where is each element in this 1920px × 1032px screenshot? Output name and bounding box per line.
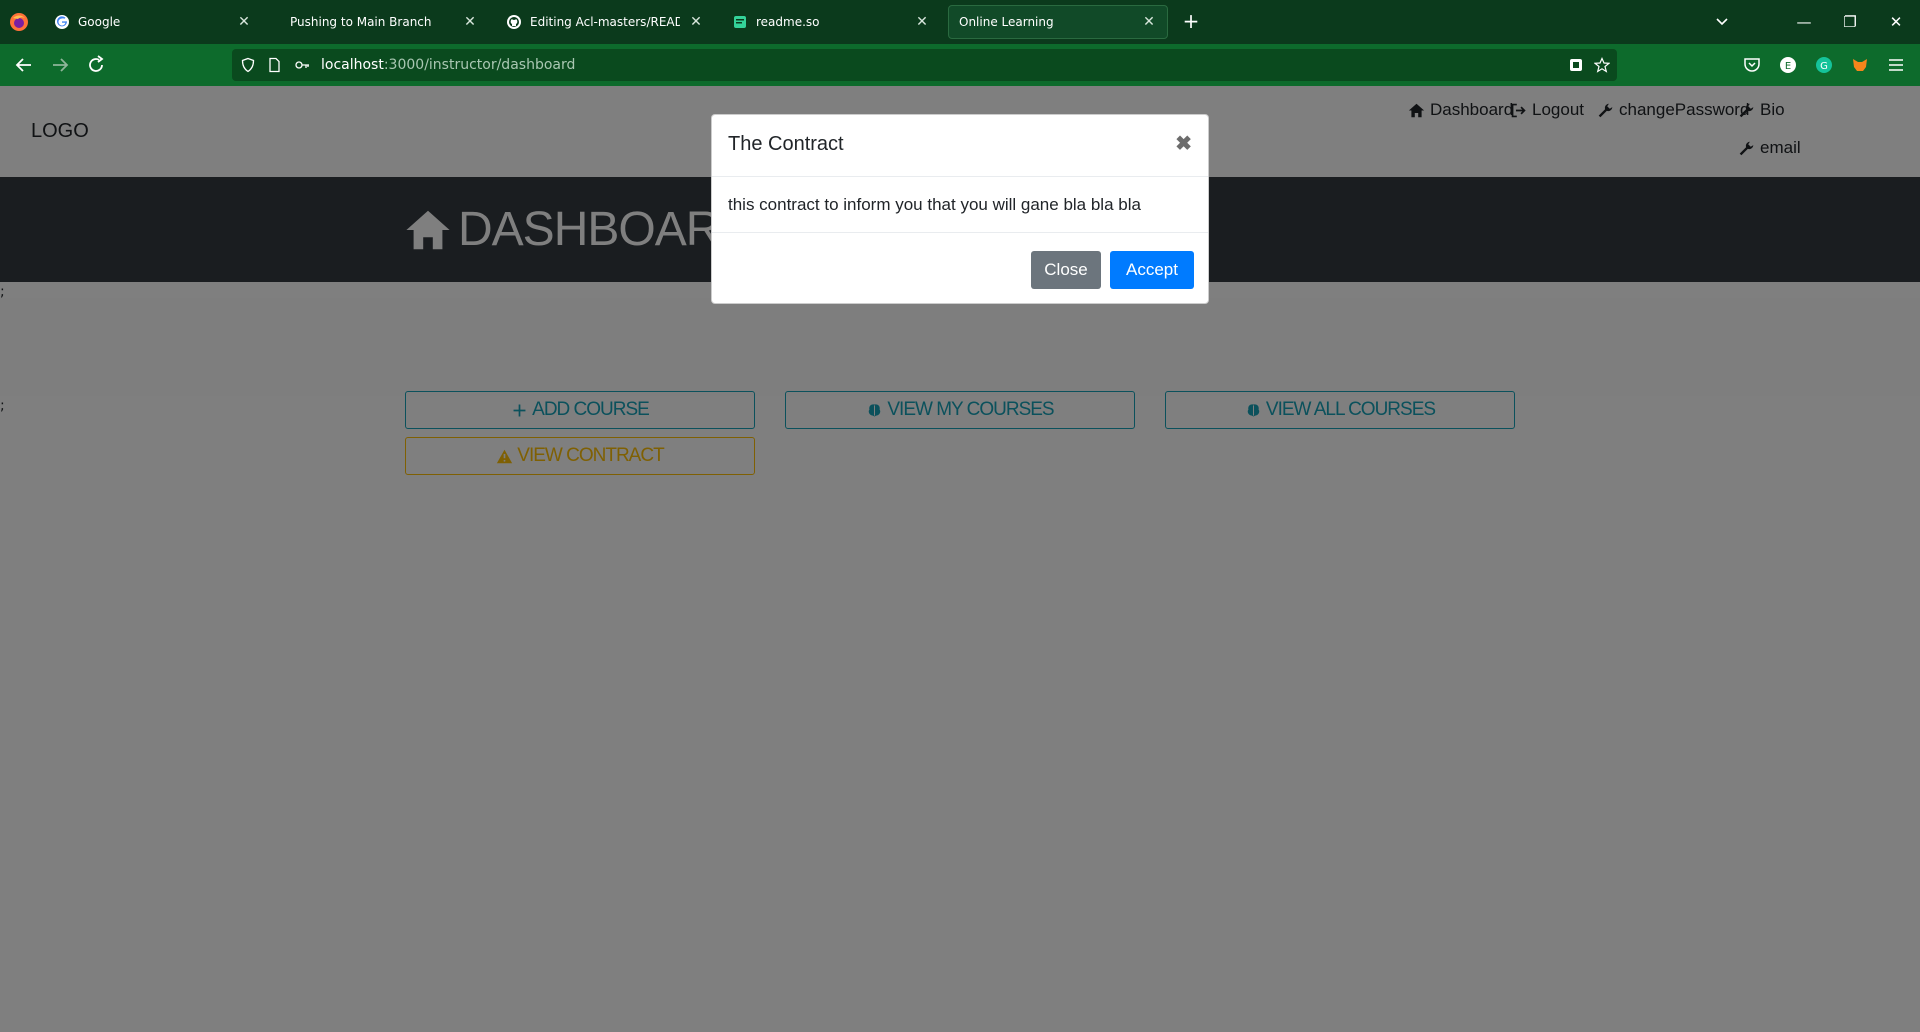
tab-title: Editing Acl-masters/README.m bbox=[530, 15, 680, 29]
browser-tab-bar: Google ✕ Pushing to Main Branch ✕ Editin… bbox=[0, 0, 1920, 44]
page-icon[interactable] bbox=[266, 57, 282, 73]
chevron-down-icon[interactable] bbox=[1712, 12, 1732, 32]
url-text[interactable]: localhost:3000/instructor/dashboard bbox=[321, 57, 575, 73]
tab-readme-so[interactable]: readme.so ✕ bbox=[722, 5, 940, 39]
restore-icon[interactable]: ❐ bbox=[1838, 10, 1862, 34]
accept-button[interactable]: Accept bbox=[1110, 251, 1194, 289]
github-icon bbox=[507, 15, 521, 29]
firefox-icon[interactable] bbox=[9, 12, 29, 32]
modal-header: The Contract ✖ bbox=[712, 115, 1208, 177]
reader-mode-icon[interactable] bbox=[1568, 57, 1584, 73]
tab-pushing-to-main-branch[interactable]: Pushing to Main Branch ✕ bbox=[270, 5, 488, 39]
grammarly-icon[interactable]: G bbox=[1814, 55, 1834, 75]
close-icon[interactable]: ✖ bbox=[1175, 131, 1192, 156]
google-icon bbox=[55, 15, 69, 29]
back-icon[interactable] bbox=[12, 53, 36, 77]
modal-title: The Contract bbox=[728, 133, 844, 155]
modal-body-text: this contract to inform you that you wil… bbox=[728, 195, 1141, 214]
shield-icon[interactable] bbox=[240, 57, 256, 73]
svg-text:E: E bbox=[1785, 61, 1791, 72]
contract-modal: The Contract ✖ this contract to inform y… bbox=[711, 114, 1209, 304]
menu-icon[interactable] bbox=[1886, 55, 1906, 75]
minimize-icon[interactable]: — bbox=[1792, 10, 1816, 34]
key-icon[interactable] bbox=[294, 57, 310, 73]
url-host: localhost bbox=[321, 57, 384, 73]
close-icon[interactable]: ✕ bbox=[914, 14, 930, 30]
tab-title: Online Learning bbox=[959, 15, 1054, 29]
extension-e-icon[interactable]: E bbox=[1778, 55, 1798, 75]
new-tab-button[interactable]: + bbox=[1180, 11, 1202, 33]
tab-title: readme.so bbox=[756, 15, 820, 29]
svg-text:G: G bbox=[1820, 61, 1828, 72]
close-icon[interactable]: ✕ bbox=[462, 14, 478, 30]
bookmark-star-icon[interactable] bbox=[1594, 57, 1610, 73]
tab-online-learning[interactable]: Online Learning ✕ bbox=[948, 5, 1168, 39]
tab-editing-readme[interactable]: Editing Acl-masters/README.m ✕ bbox=[496, 5, 714, 39]
tab-google[interactable]: Google ✕ bbox=[44, 5, 262, 39]
close-window-icon[interactable]: ✕ bbox=[1884, 10, 1908, 34]
browser-nav-bar: localhost:3000/instructor/dashboard E G bbox=[0, 44, 1920, 86]
pocket-icon[interactable] bbox=[1742, 55, 1762, 75]
close-icon[interactable]: ✕ bbox=[1141, 14, 1157, 30]
close-icon[interactable]: ✕ bbox=[688, 14, 704, 30]
tab-title: Google bbox=[78, 15, 121, 29]
close-icon[interactable]: ✕ bbox=[236, 14, 252, 30]
reload-icon[interactable] bbox=[84, 53, 108, 77]
modal-body: this contract to inform you that you wil… bbox=[712, 177, 1208, 233]
address-bar[interactable]: localhost:3000/instructor/dashboard bbox=[232, 49, 1617, 81]
url-path: :3000/instructor/dashboard bbox=[383, 57, 576, 73]
metamask-icon[interactable] bbox=[1850, 55, 1870, 75]
forward-icon[interactable] bbox=[48, 53, 72, 77]
readme-icon bbox=[734, 16, 746, 28]
tab-title: Pushing to Main Branch bbox=[290, 15, 432, 29]
close-button[interactable]: Close bbox=[1031, 251, 1101, 289]
